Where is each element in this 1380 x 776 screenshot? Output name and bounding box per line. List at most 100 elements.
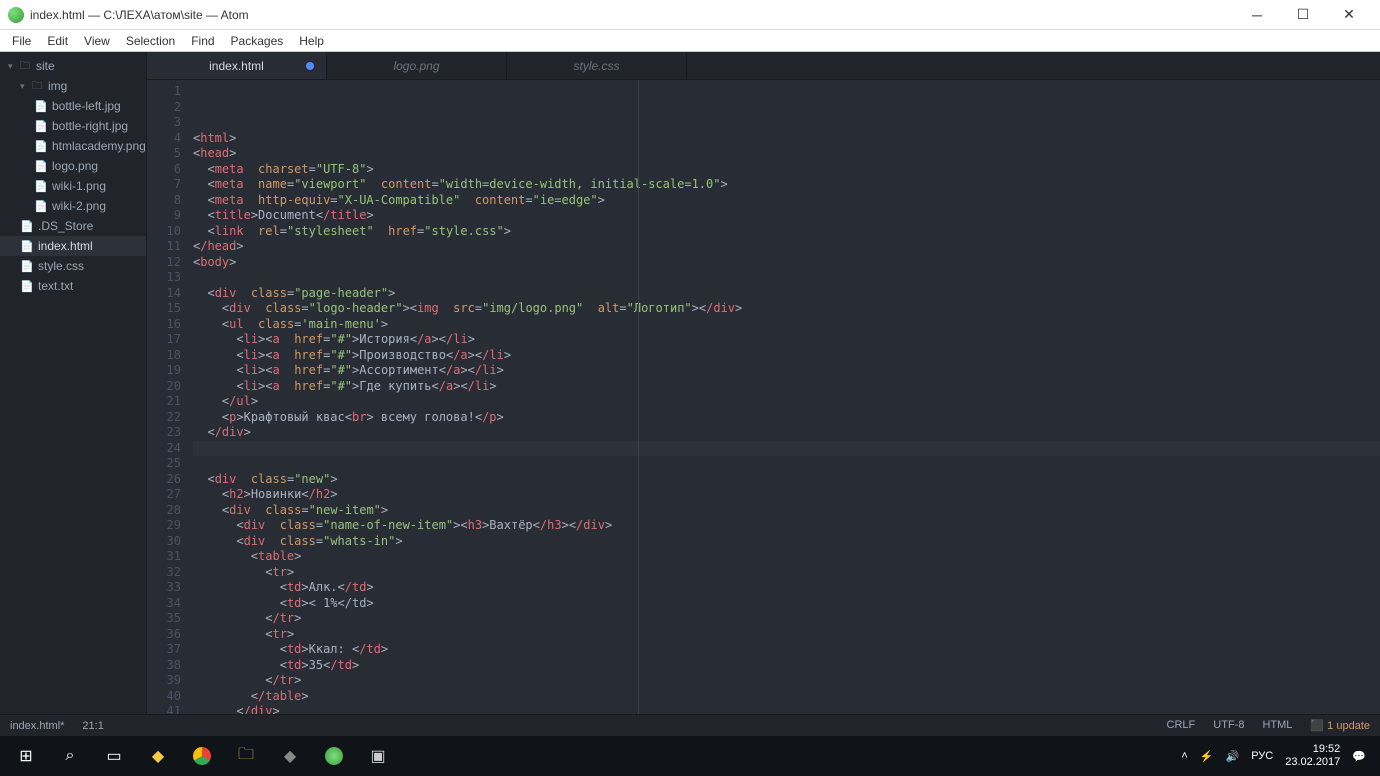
atom-icon [325,747,343,765]
search-button[interactable]: ⌕ [48,736,92,776]
tab-label: index.html [209,59,264,73]
tree-label: htmlacademy.png [52,139,146,153]
clock[interactable]: 19:52 23.02.2017 [1285,743,1340,769]
notifications-icon[interactable]: 💬 [1352,750,1366,763]
line-number-gutter: 1234567891011121314151617181920212223242… [147,80,193,714]
atom-icon [8,7,24,23]
window-controls: ─ ☐ ✕ [1234,0,1372,30]
taskbar-app[interactable]: ◆ [136,736,180,776]
tree-file[interactable]: 📄 bottle-right.jpg [0,116,146,136]
tree-label: text.txt [38,279,73,293]
file-icon: 📄 [34,120,48,133]
menu-file[interactable]: File [4,32,39,50]
taskbar-atom[interactable] [312,736,356,776]
tree-label: style.css [38,259,84,273]
folder-icon: 🗀 [30,77,44,96]
tree-folder-img[interactable]: ▾ 🗀 img [0,76,146,96]
window-title: index.html — C:\ЛЕХА\атом\site — Atom [30,8,249,22]
menu-find[interactable]: Find [183,32,222,50]
tree-label: wiki-1.png [52,179,106,193]
tray-chevron-up-icon[interactable]: ˄ [1181,750,1187,762]
file-icon: 📄 [34,160,48,173]
tree-file[interactable]: 📄 bottle-left.jpg [0,96,146,116]
tree-file[interactable]: 📄 style.css [0,256,146,276]
tree-label: bottle-right.jpg [52,119,128,133]
tab-style-css[interactable]: style.css [507,52,687,79]
status-eol[interactable]: CRLF [1167,719,1196,732]
tree-label: index.html [38,239,93,253]
tree-file[interactable]: 📄 .DS_Store [0,216,146,236]
status-cursor[interactable]: 21:1 [82,720,103,732]
status-language[interactable]: HTML [1262,719,1292,732]
menu-help[interactable]: Help [291,32,332,50]
file-icon: 📄 [20,240,34,253]
windows-icon: ⊞ [15,745,37,767]
keyboard-lang[interactable]: РУС [1251,750,1273,762]
task-view-button[interactable]: ▭ [92,736,136,776]
start-button[interactable]: ⊞ [4,736,48,776]
tree-label: logo.png [52,159,98,173]
tree-label: img [48,79,67,93]
taskbar-terminal[interactable]: ▣ [356,736,400,776]
tab-bar: index.html logo.png style.css [147,52,1380,80]
app-icon: ◆ [279,745,301,767]
status-update[interactable]: ⬛ 1 update [1310,719,1370,732]
volume-icon[interactable]: 🔊 [1226,750,1240,763]
menu-edit[interactable]: Edit [39,32,76,50]
tab-label: logo.png [393,59,439,73]
app-body: ▾ 🗀 site ▾ 🗀 img 📄 bottle-left.jpg 📄 bot… [0,52,1380,714]
file-icon: 📄 [34,180,48,193]
minimize-button[interactable]: ─ [1234,0,1280,30]
tab-index-html[interactable]: index.html [147,52,327,79]
menu-view[interactable]: View [76,32,118,50]
wrap-guide [638,80,639,714]
status-bar: index.html* 21:1 CRLF UTF-8 HTML ⬛ 1 upd… [0,714,1380,736]
tree-file[interactable]: 📄 htmlacademy.png [0,136,146,156]
tab-label: style.css [573,59,619,73]
tree-label: wiki-2.png [52,199,106,213]
chevron-down-icon: ▾ [20,81,30,92]
maximize-button[interactable]: ☐ [1280,0,1326,30]
taskbar: ⊞ ⌕ ▭ ◆ 🗀 ◆ ▣ ˄ ⚡ 🔊 РУС 19:52 23.02.2017… [0,736,1380,776]
file-icon: 📄 [20,280,34,293]
code-content[interactable]: <html><head> <meta charset="UTF-8"> <met… [193,80,1380,714]
close-button[interactable]: ✕ [1326,0,1372,30]
tree-label: bottle-left.jpg [52,99,121,113]
chevron-down-icon: ▾ [8,61,18,72]
menu-bar: File Edit View Selection Find Packages H… [0,30,1380,52]
taskbar-app[interactable]: ◆ [268,736,312,776]
tree-file[interactable]: 📄 logo.png [0,156,146,176]
wifi-icon[interactable]: ⚡ [1200,750,1214,763]
terminal-icon: ▣ [367,745,389,767]
menu-packages[interactable]: Packages [223,32,292,50]
tree-label: site [36,59,55,73]
folder-icon: 🗀 [235,745,257,767]
chrome-icon [193,747,211,765]
taskbar-explorer[interactable]: 🗀 [224,736,268,776]
editor-pane: index.html logo.png style.css 1234567891… [147,52,1380,714]
file-tree[interactable]: ▾ 🗀 site ▾ 🗀 img 📄 bottle-left.jpg 📄 bot… [0,52,147,714]
menu-selection[interactable]: Selection [118,32,183,50]
file-icon: 📄 [34,100,48,113]
code-editor[interactable]: 1234567891011121314151617181920212223242… [147,80,1380,714]
tab-logo-png[interactable]: logo.png [327,52,507,79]
tree-file[interactable]: 📄 text.txt [0,276,146,296]
file-icon: 📄 [34,140,48,153]
taskview-icon: ▭ [103,745,125,767]
folder-icon: 🗀 [18,57,32,76]
dirty-indicator-icon [306,62,314,70]
status-encoding[interactable]: UTF-8 [1213,719,1244,732]
app-icon: ◆ [147,745,169,767]
title-bar: index.html — C:\ЛЕХА\атом\site — Atom ─ … [0,0,1380,30]
tree-root[interactable]: ▾ 🗀 site [0,56,146,76]
tree-file-index[interactable]: 📄 index.html [0,236,146,256]
search-icon: ⌕ [59,745,81,767]
file-icon: 📄 [34,200,48,213]
status-file[interactable]: index.html* [10,720,64,732]
system-tray[interactable]: ˄ ⚡ 🔊 РУС 19:52 23.02.2017 💬 [1181,743,1376,769]
file-icon: 📄 [20,220,34,233]
tree-file[interactable]: 📄 wiki-1.png [0,176,146,196]
tree-file[interactable]: 📄 wiki-2.png [0,196,146,216]
taskbar-chrome[interactable] [180,736,224,776]
tree-label: .DS_Store [38,219,93,233]
